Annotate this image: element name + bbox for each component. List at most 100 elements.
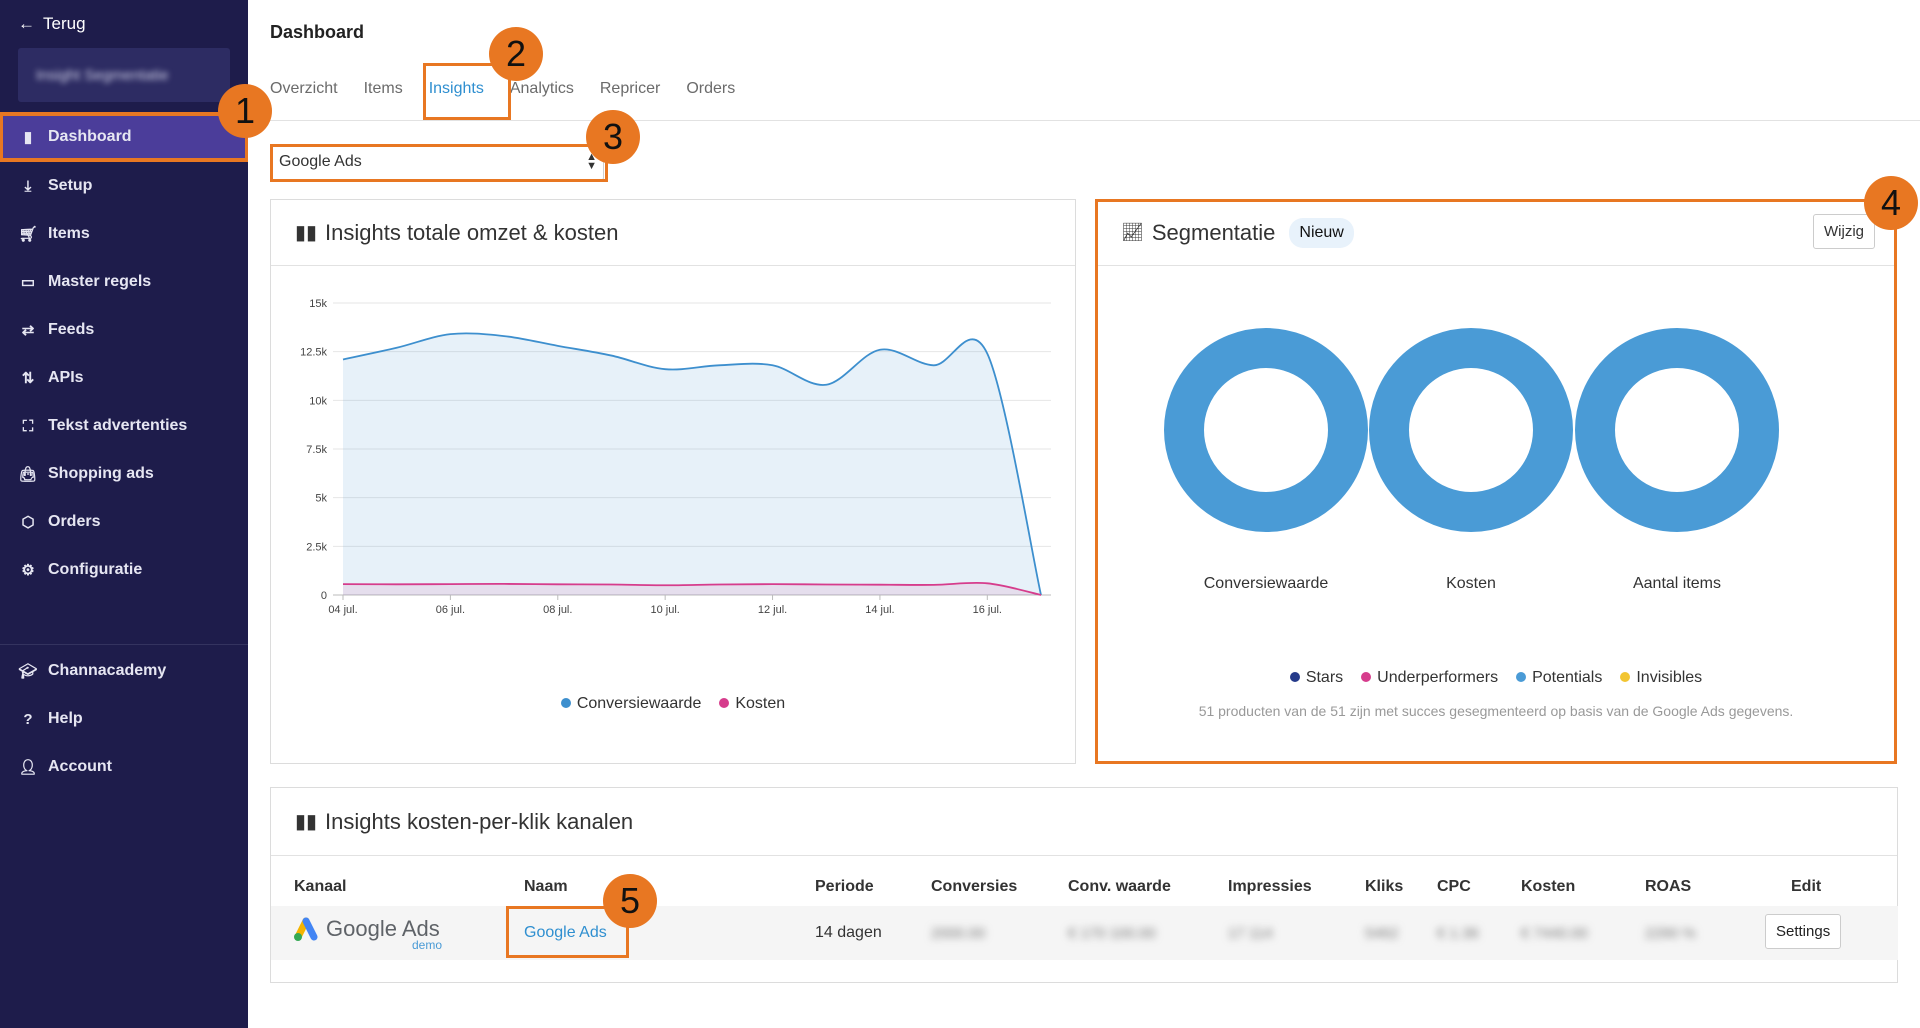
sidebar-item-label: Orders: [48, 513, 101, 530]
graduation-cap-icon: 🎓︎: [18, 663, 38, 680]
tab-divider: [248, 120, 1920, 121]
frame-icon: ⛶: [22, 417, 34, 435]
sidebar-item-label: Configuratie: [48, 561, 143, 578]
x-tick-label: 16 jul.: [973, 604, 1002, 616]
clipboard-icon: ▭: [20, 274, 36, 291]
sidebar-item-label: Items: [48, 225, 90, 242]
callout-badge: 5: [603, 874, 657, 928]
demo-label: demo: [412, 938, 443, 952]
sidebar-item-items[interactable]: 🛒︎ Items: [0, 210, 248, 258]
series-area-conversiewaarde: [343, 333, 1041, 595]
omzet-card-header: ▮▮ Insights totale omzet & kosten: [271, 200, 1075, 266]
cpc-card-title: Insights kosten-per-klik kanalen: [325, 808, 634, 834]
x-tick-label: 08 jul.: [543, 604, 572, 616]
kosten-value: € 7440.00: [1521, 925, 1588, 942]
sidebar-item-account[interactable]: 👤︎ Account: [0, 743, 248, 791]
y-tick-label: 15k: [309, 298, 327, 310]
x-tick-label: 12 jul.: [758, 604, 787, 616]
gear-icon: ⚙: [21, 562, 35, 579]
column-header-kanaal: Kanaal: [294, 878, 347, 895]
sidebar-item-channacademy[interactable]: 🎓︎ Channacademy: [0, 647, 248, 695]
sidebar-item-label: Master regels: [48, 273, 152, 290]
callout-badge: 4: [1864, 176, 1918, 230]
sidebar-item-label: Shopping ads: [48, 465, 154, 482]
sidebar-item-shopping-ads[interactable]: 👜︎ Shopping ads: [0, 450, 248, 498]
sidebar-item-label: Feeds: [48, 321, 95, 338]
column-header-roas: ROAS: [1645, 878, 1692, 895]
google-ads-logo: Google Ads demo: [292, 916, 442, 952]
sidebar-divider: [0, 644, 248, 645]
back-label: Terug: [43, 14, 86, 33]
sidebar-item-apis[interactable]: ⇅ APIs: [0, 354, 248, 402]
column-header-conversies: Conversies: [931, 878, 1018, 895]
sidebar-item-orders[interactable]: ⬡ Orders: [0, 498, 248, 546]
impressies-value: 17 114: [1228, 925, 1273, 942]
x-tick-label: 14 jul.: [865, 604, 894, 616]
tab-repricer[interactable]: Repricer: [587, 76, 673, 102]
sidebar-item-master-regels[interactable]: ▭ Master regels: [0, 258, 248, 306]
bag-icon: 👜︎: [18, 466, 38, 483]
settings-button[interactable]: Settings: [1765, 914, 1842, 949]
sidebar-item-label: Setup: [48, 177, 93, 194]
sidebar-item-tekst-advertenties[interactable]: ⛶ Tekst advertenties: [0, 402, 248, 450]
sidebar-item-label: APIs: [48, 369, 84, 386]
callout-badge: 2: [489, 27, 543, 81]
download-tray-icon: ⤓: [24, 177, 32, 195]
workspace-selector[interactable]: Insight Segmentatie: [18, 48, 230, 102]
cpc-value: € 1.36: [1437, 925, 1479, 942]
roas-value: 2290 %: [1645, 925, 1696, 942]
legend-item-conversiewaarde[interactable]: Conversiewaarde: [560, 695, 702, 713]
legend-label: Conversiewaarde: [576, 695, 702, 712]
arrow-left-icon: ←: [18, 14, 35, 33]
callout-badge: 3: [586, 110, 640, 164]
y-tick-label: 2.5k: [306, 541, 327, 553]
cart-icon: 🛒︎: [18, 226, 38, 243]
sidebar-item-setup[interactable]: ⤓ Setup: [0, 162, 248, 210]
sidebar-item-label: Tekst advertenties: [48, 417, 188, 434]
workspace-label: Insight Segmentatie: [36, 66, 169, 84]
column-header-naam: Naam: [524, 878, 568, 895]
google-ads-icon: [294, 917, 318, 941]
user-icon: 👤︎: [18, 759, 38, 776]
swap-arrows-icon: ⇄: [21, 322, 35, 339]
sidebar-item-configuratie[interactable]: ⚙ Configuratie: [0, 546, 248, 594]
omzet-chart-legend: Conversiewaarde Kosten: [271, 695, 1075, 713]
y-tick-label: 7.5k: [306, 444, 327, 456]
highlight-segmentatie: [1095, 199, 1897, 764]
kliks-value: 5462: [1365, 925, 1399, 942]
legend-item-kosten[interactable]: Kosten: [719, 695, 785, 713]
legend-label: Kosten: [735, 695, 786, 712]
y-tick-label: 12.5k: [300, 347, 327, 359]
sidebar-item-help[interactable]: ? Help: [0, 695, 248, 743]
bar-chart-icon: ▮▮: [295, 222, 318, 244]
highlight-dashboard: [0, 112, 248, 162]
y-tick-label: 5k: [315, 493, 327, 505]
conversies-value: 2000.00: [931, 925, 986, 942]
column-header-kliks: Kliks: [1365, 878, 1404, 895]
cpc-card-header: ▮▮ Insights kosten-per-klik kanalen: [271, 788, 1897, 856]
page-title: Dashboard: [270, 22, 365, 42]
column-header-impressies: Impressies: [1228, 878, 1312, 895]
column-header-conv-waarde: Conv. waarde: [1068, 878, 1171, 895]
sidebar-item-label: Help: [48, 710, 83, 727]
x-tick-label: 10 jul.: [650, 604, 679, 616]
tab-orders[interactable]: Orders: [673, 76, 748, 102]
column-header-kosten: Kosten: [1521, 878, 1576, 895]
question-circle-icon: ?: [23, 710, 33, 728]
highlight-channel-select: [270, 144, 608, 182]
sort-arrows-icon: ⇅: [21, 370, 35, 387]
callout-badge: 1: [218, 84, 272, 138]
conv-waarde-value: € 170 100.00: [1068, 925, 1156, 942]
x-tick-label: 04 jul.: [328, 604, 357, 616]
x-tick-label: 06 jul.: [436, 604, 465, 616]
column-header-periode: Periode: [815, 878, 874, 895]
back-link[interactable]: ← Terug: [18, 14, 86, 34]
tab-overzicht[interactable]: Overzicht: [270, 76, 351, 102]
sidebar-item-feeds[interactable]: ⇄ Feeds: [0, 306, 248, 354]
tab-items[interactable]: Items: [351, 76, 416, 102]
y-tick-label: 10k: [309, 395, 327, 407]
y-tick-label: 0: [321, 590, 327, 602]
bar-chart-icon: ▮▮: [295, 811, 318, 833]
column-header-cpc: CPC: [1437, 878, 1471, 895]
periode-value: 14 dagen: [815, 924, 882, 941]
